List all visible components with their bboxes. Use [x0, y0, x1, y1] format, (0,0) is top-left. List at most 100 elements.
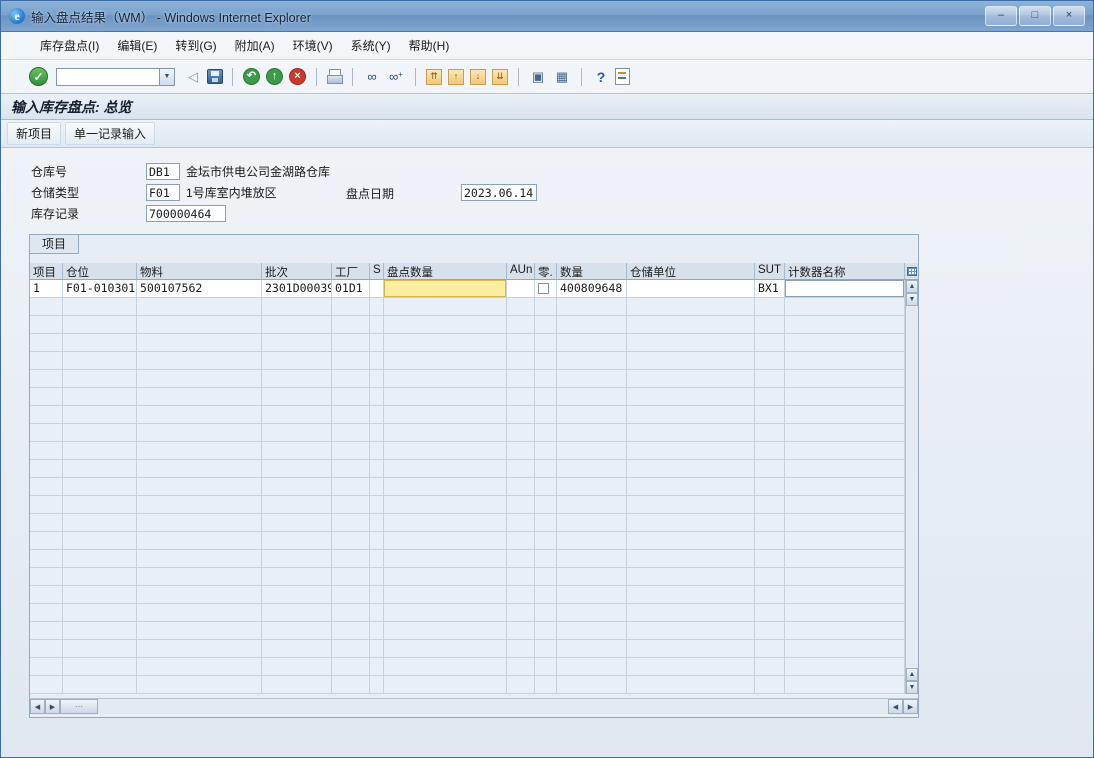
empty-cell: [370, 568, 384, 586]
column-header-s[interactable]: S: [370, 263, 384, 280]
scroll-left-end-icon[interactable]: ◀: [888, 699, 903, 714]
maximize-button[interactable]: □: [1019, 6, 1051, 26]
empty-cell: [535, 604, 557, 622]
empty-cell: [332, 316, 370, 334]
count-date-field[interactable]: 2023.06.14: [461, 184, 537, 201]
create-shortcut-button[interactable]: ▦: [552, 67, 572, 87]
table-settings-cell: [905, 263, 918, 280]
exit-button[interactable]: ↑: [266, 68, 283, 85]
empty-cell: [262, 658, 332, 676]
empty-cell: [557, 586, 627, 604]
empty-cell: [507, 316, 535, 334]
next-page-button[interactable]: ↓: [470, 69, 486, 85]
column-header-plant[interactable]: 工厂: [332, 263, 370, 280]
help-button[interactable]: ?: [591, 67, 611, 87]
empty-cell: [332, 640, 370, 658]
cell-storage-unit: [627, 280, 755, 298]
command-dropdown-icon[interactable]: ▼: [160, 68, 175, 86]
empty-cell: [384, 424, 507, 442]
column-header-item[interactable]: 项目: [30, 263, 63, 280]
scroll-down-bottom-icon[interactable]: ▼: [906, 681, 918, 694]
menu-item-4[interactable]: 附加(A): [226, 34, 284, 57]
horizontal-scroll-track[interactable]: [98, 699, 888, 714]
enter-button[interactable]: ✓: [29, 67, 48, 86]
empty-cell: [627, 586, 755, 604]
empty-cell: [785, 442, 905, 460]
print-button[interactable]: [326, 69, 343, 84]
enter-key-icon[interactable]: ◁: [183, 67, 203, 87]
empty-cell: [63, 604, 137, 622]
find-next-button[interactable]: ∞: [386, 67, 406, 87]
column-header-aun[interactable]: AUn: [507, 263, 535, 280]
menu-item-1[interactable]: 库存盘点(I): [31, 34, 108, 57]
column-header-sut[interactable]: SUT: [755, 263, 785, 280]
app-toolbar-button-2[interactable]: 单一记录输入: [65, 122, 155, 145]
scroll-left-icon[interactable]: ◀: [30, 699, 45, 714]
empty-cell: [384, 658, 507, 676]
menu-item-3[interactable]: 转到(G): [166, 34, 225, 57]
horizontal-scroll-thumb[interactable]: ⋯: [60, 699, 98, 714]
column-header-batch[interactable]: 批次: [262, 263, 332, 280]
empty-cell: [755, 424, 785, 442]
column-header-material[interactable]: 物料: [137, 263, 262, 280]
count-qty-input[interactable]: [384, 280, 507, 298]
column-header-counter-name[interactable]: 计数器名称: [785, 263, 905, 280]
empty-cell: [332, 622, 370, 640]
column-header-qty[interactable]: 数量: [557, 263, 627, 280]
scroll-right-icon[interactable]: ▶: [45, 699, 60, 714]
empty-cell: [370, 478, 384, 496]
empty-cell: [332, 550, 370, 568]
new-session-button[interactable]: ▣: [528, 67, 548, 87]
previous-page-button[interactable]: ↑: [448, 69, 464, 85]
last-page-button[interactable]: ⇊: [492, 69, 508, 85]
empty-cell: [137, 532, 262, 550]
warehouse-number-field[interactable]: DB1: [146, 163, 180, 180]
scroll-up-bottom-icon[interactable]: ▲: [906, 668, 918, 681]
first-page-button[interactable]: ⇈: [426, 69, 442, 85]
app-toolbar-button-1[interactable]: 新项目: [7, 122, 61, 145]
scroll-up-icon[interactable]: ▲: [906, 280, 918, 293]
menu-item-7[interactable]: 帮助(H): [400, 34, 459, 57]
inventory-record-field[interactable]: 700000464: [146, 205, 226, 222]
empty-cell: [557, 460, 627, 478]
column-header-storage-unit[interactable]: 仓储单位: [627, 263, 755, 280]
empty-cell: [262, 460, 332, 478]
screen-title: 输入库存盘点: 总览: [1, 94, 1093, 120]
empty-cell: [627, 568, 755, 586]
empty-cell: [370, 640, 384, 658]
menu-item-5[interactable]: 环境(V): [284, 34, 342, 57]
empty-cell: [137, 478, 262, 496]
find-button[interactable]: ∞: [362, 67, 382, 87]
empty-cell: [332, 460, 370, 478]
close-button[interactable]: ×: [1053, 6, 1085, 26]
table-empty-row: [30, 658, 905, 676]
empty-cell: [535, 334, 557, 352]
vertical-scroll-track[interactable]: [906, 306, 918, 668]
save-button[interactable]: [207, 69, 223, 84]
scroll-right-end-icon[interactable]: ▶: [903, 699, 918, 714]
empty-cell: [627, 424, 755, 442]
command-input[interactable]: [56, 68, 160, 86]
menu-item-2[interactable]: 编辑(E): [108, 34, 166, 57]
table-settings-icon[interactable]: [907, 267, 917, 276]
counter-name-input[interactable]: [785, 280, 905, 298]
column-header-bin[interactable]: 仓位: [63, 263, 137, 280]
vertical-scrollbar: ▲ ▼ ▲ ▼: [905, 280, 918, 694]
back-button[interactable]: ↶: [243, 68, 260, 85]
column-header-zero[interactable]: 零.: [535, 263, 557, 280]
empty-cell: [557, 316, 627, 334]
cancel-button[interactable]: ×: [289, 68, 306, 85]
empty-cell: [370, 460, 384, 478]
empty-cell: [507, 352, 535, 370]
empty-cell: [627, 532, 755, 550]
empty-cell: [557, 532, 627, 550]
column-header-count-qty[interactable]: 盘点数量: [384, 263, 507, 280]
menu-item-6[interactable]: 系统(Y): [342, 34, 400, 57]
empty-cell: [137, 604, 262, 622]
customize-layout-button[interactable]: [615, 68, 630, 85]
storage-type-field[interactable]: F01: [146, 184, 180, 201]
scroll-down-icon[interactable]: ▼: [906, 293, 918, 306]
empty-cell: [755, 586, 785, 604]
minimize-button[interactable]: –: [985, 6, 1017, 26]
zero-checkbox[interactable]: [538, 283, 549, 294]
